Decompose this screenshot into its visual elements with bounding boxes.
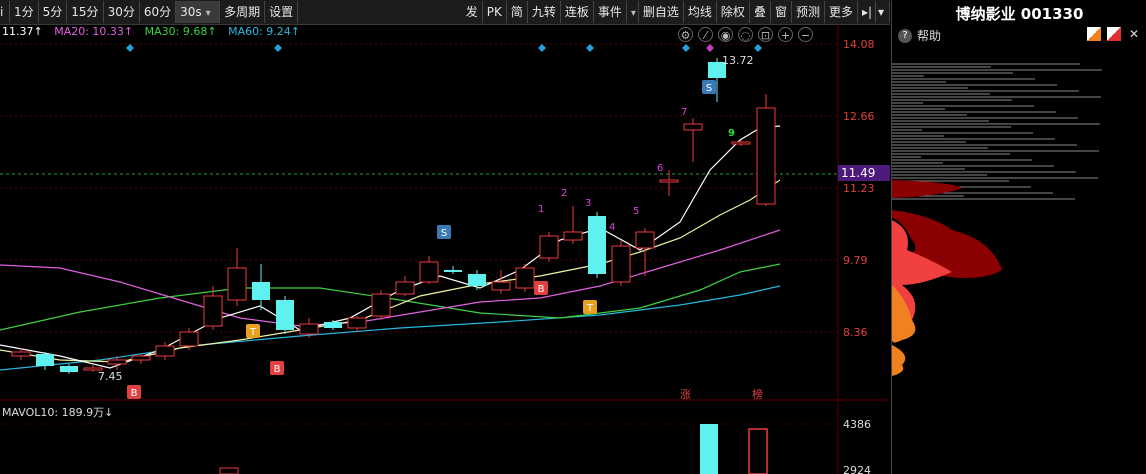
candle-body — [683, 123, 703, 131]
candle-body — [539, 235, 559, 259]
candle-body — [731, 141, 751, 145]
high-price-label: 13.72 — [722, 54, 754, 67]
seq-9: 9 — [728, 128, 735, 139]
candle-body — [179, 331, 199, 347]
volume-bar-1 — [700, 424, 718, 474]
candle-body — [107, 359, 127, 365]
candle-body — [324, 322, 342, 328]
candle-body — [444, 270, 462, 272]
right-panel: 博纳影业 001330 ? 帮助 ✕ — [891, 0, 1146, 474]
candle-body — [515, 267, 535, 289]
current-price-box: 11.49 — [838, 165, 890, 181]
candle-body — [203, 295, 223, 327]
kline-chart[interactable]: B B B T T S S 1 2 3 4 5 6 7 9 13.72 7.45… — [0, 0, 890, 474]
sell-signal-1-label: S — [441, 228, 447, 239]
seq-1: 1 — [538, 204, 544, 215]
seq-3: 3 — [585, 198, 591, 209]
candle-body — [60, 366, 78, 372]
candle-body — [36, 354, 54, 366]
volume-tick-1: 4386 — [843, 418, 871, 431]
buy-signal-1-label: B — [131, 388, 138, 399]
candle-body — [635, 231, 655, 249]
price-axis: 14.08 12.66 11.23 9.79 8.36 — [843, 38, 875, 339]
volume-bar-2 — [748, 428, 768, 474]
price-tick-2: 12.66 — [843, 110, 875, 123]
ma10-line — [0, 179, 781, 363]
candle-body — [227, 267, 247, 301]
candle-body — [131, 355, 151, 361]
candle-body — [395, 281, 415, 295]
chip-distribution-chart — [892, 63, 1102, 376]
candle-body — [756, 107, 776, 205]
candle-body — [659, 179, 679, 183]
price-tick-3: 11.23 — [843, 182, 875, 195]
candle-body — [11, 351, 31, 357]
candle-body — [491, 281, 511, 291]
volume-tick-2: 2924 — [843, 464, 871, 474]
sequence-numbers: 1 2 3 4 5 6 7 9 — [538, 107, 735, 233]
buy-signal-2-label: B — [274, 364, 281, 375]
zhang-marker: 涨 — [680, 388, 691, 401]
seq-7: 7 — [681, 107, 687, 118]
candle-body — [468, 274, 486, 286]
candles — [11, 58, 776, 374]
chip-profile-top — [892, 180, 962, 198]
low-price-label: 7.45 — [98, 370, 123, 383]
candle-body — [347, 317, 367, 329]
candle-body — [252, 282, 270, 300]
gridlines — [0, 24, 890, 474]
price-tick-4: 9.79 — [843, 254, 868, 267]
event-diamonds — [126, 44, 762, 52]
seq-4: 4 — [609, 222, 615, 233]
t-signal-1-label: T — [249, 327, 257, 338]
volume-legend: MAVOL10: 189.9万↓ — [2, 406, 113, 419]
candle-body — [563, 231, 583, 241]
bang-marker: 榜 — [752, 387, 763, 401]
sell-signal-2-label: S — [706, 83, 712, 94]
chip-profile-tail — [892, 345, 906, 376]
price-tick-5: 8.36 — [843, 326, 868, 339]
candle-body — [588, 216, 606, 274]
event-diamond-purple — [706, 44, 714, 52]
candle-body — [419, 261, 439, 283]
chip-bars — [892, 63, 1102, 200]
seq-2: 2 — [561, 188, 567, 199]
seq-5: 5 — [633, 206, 639, 217]
candle-body — [155, 345, 175, 357]
seq-6: 6 — [657, 163, 663, 174]
candle-body — [299, 323, 319, 335]
signal-markers: B B B T T S S — [127, 80, 716, 399]
price-tick-1: 14.08 — [843, 38, 875, 51]
candle-body — [611, 245, 631, 283]
buy-signal-3-label: B — [538, 284, 545, 295]
t-signal-2-label: T — [586, 303, 594, 314]
candle-body — [276, 300, 294, 330]
candle-body — [371, 293, 391, 317]
volume-axis: 4386 2924 — [843, 418, 871, 474]
volume-bar-3 — [219, 467, 239, 474]
